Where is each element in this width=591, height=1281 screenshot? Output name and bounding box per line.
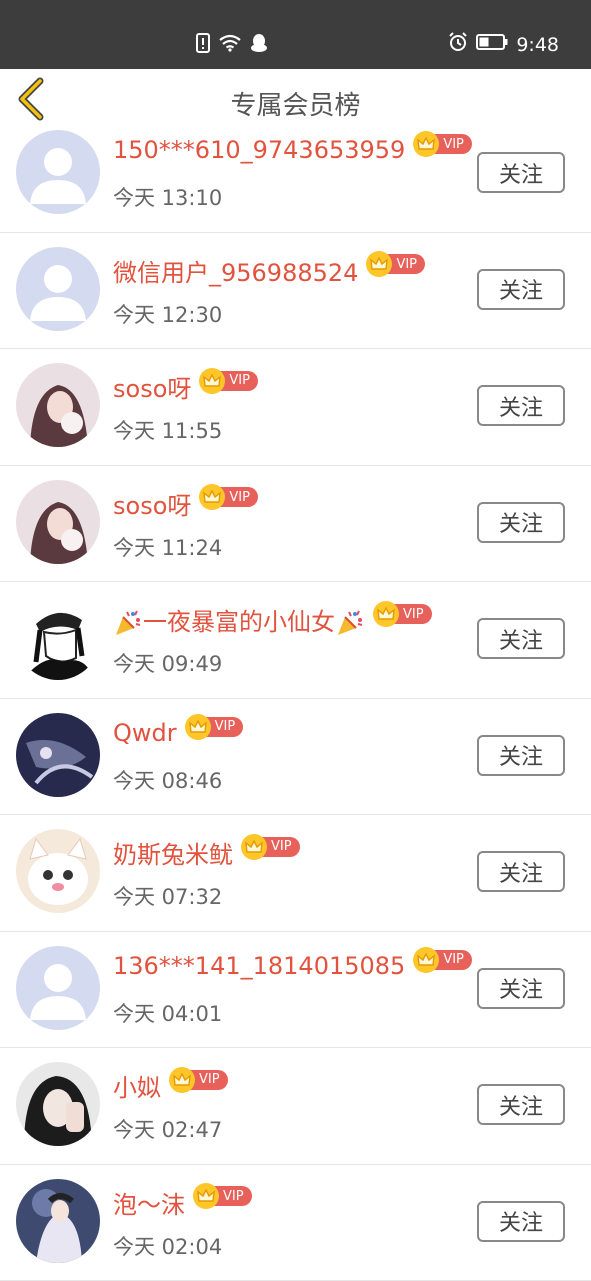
member-name: soso呀	[113, 369, 191, 404]
member-row[interactable]: 150***610_9743653959VIP今天 13:10关注	[0, 116, 591, 233]
member-time: 今天 04:01	[113, 998, 222, 1028]
status-icons-center	[196, 33, 268, 57]
member-name: Qwdr	[113, 719, 177, 747]
member-time: 今天 11:55	[113, 415, 222, 445]
crown-icon	[193, 1183, 219, 1209]
avatar[interactable]	[16, 363, 100, 447]
member-name-line: soso呀 VIP	[113, 486, 258, 521]
vip-badge: VIP	[199, 484, 258, 510]
crown-icon	[241, 834, 267, 860]
follow-button[interactable]: 关注	[477, 1201, 565, 1242]
member-name-line: 微信用户_956988524 VIP	[113, 253, 425, 288]
member-row[interactable]: QwdrVIP今天 08:46关注	[0, 699, 591, 816]
crown-icon	[169, 1067, 195, 1093]
vip-badge: VIP	[413, 947, 472, 973]
member-name-text: Qwdr	[113, 719, 177, 747]
status-icons-right: 9:48	[448, 32, 559, 57]
member-time: 今天 11:24	[113, 532, 222, 562]
follow-button[interactable]: 关注	[477, 502, 565, 543]
battery-icon	[476, 33, 508, 56]
member-list: 150***610_9743653959VIP今天 13:10关注微信用户_95…	[0, 116, 591, 1281]
crown-icon	[413, 947, 439, 973]
member-row[interactable]: 一夜暴富的小仙女 VIP 今天 09:49 关注	[0, 582, 591, 699]
member-time: 今天 02:47	[113, 1114, 222, 1144]
follow-button[interactable]: 关注	[477, 385, 565, 426]
member-row[interactable]: 微信用户_956988524 VIP 今天 12:30 关注	[0, 233, 591, 350]
member-row[interactable]: 小姒 VIP 今天 02:47 关注	[0, 1048, 591, 1165]
member-name-line: 泡～沫 VIP	[113, 1185, 252, 1220]
member-name: 奶斯兔米鱿	[113, 835, 233, 870]
status-bar: 9:48	[0, 0, 591, 69]
follow-button[interactable]: 关注	[477, 1084, 565, 1125]
member-name-line: 一夜暴富的小仙女 VIP	[113, 602, 432, 638]
member-name-line: 奶斯兔米鱿 VIP	[113, 835, 300, 870]
member-row[interactable]: 奶斯兔米鱿 VIP 今天 07:32 关注	[0, 815, 591, 932]
crown-icon	[185, 714, 211, 740]
member-time: 今天 02:04	[113, 1231, 222, 1261]
member-name-text: 小姒	[113, 1074, 161, 1102]
avatar[interactable]	[16, 596, 100, 680]
follow-button[interactable]: 关注	[477, 851, 565, 892]
avatar[interactable]	[16, 1062, 100, 1146]
member-time: 今天 12:30	[113, 299, 222, 329]
follow-button[interactable]: 关注	[477, 269, 565, 310]
member-name: 微信用户_956988524	[113, 253, 358, 288]
member-row[interactable]: 136***141_1814015085VIP今天 04:01关注	[0, 932, 591, 1049]
member-name: 小姒	[113, 1068, 161, 1103]
vip-badge: VIP	[413, 131, 472, 157]
member-name-line: 150***610_9743653959VIP	[113, 136, 472, 164]
vip-badge: VIP	[193, 1183, 252, 1209]
member-name-text: 奶斯兔米鱿	[113, 841, 233, 869]
member-name-line: QwdrVIP	[113, 719, 243, 747]
member-name-text: soso呀	[113, 492, 191, 520]
avatar[interactable]	[16, 829, 100, 913]
member-name: 一夜暴富的小仙女	[113, 602, 365, 638]
vip-badge: VIP	[169, 1067, 228, 1093]
crown-icon	[373, 601, 399, 627]
follow-button[interactable]: 关注	[477, 968, 565, 1009]
member-name: 泡～沫	[113, 1185, 185, 1220]
member-name-text: 泡～沫	[113, 1191, 185, 1219]
member-name-line: 136***141_1814015085VIP	[113, 952, 472, 980]
vip-badge: VIP	[366, 251, 425, 277]
member-name-text: 150***610_9743653959	[113, 136, 405, 164]
wifi-icon	[218, 34, 242, 56]
member-name-line: 小姒 VIP	[113, 1068, 228, 1103]
status-time: 9:48	[516, 34, 559, 56]
member-row[interactable]: soso呀 VIP 今天 11:24 关注	[0, 466, 591, 583]
party-popper-icon	[113, 608, 143, 636]
vip-badge: VIP	[185, 714, 244, 740]
vip-badge: VIP	[373, 601, 432, 627]
member-name: soso呀	[113, 486, 191, 521]
follow-button[interactable]: 关注	[477, 152, 565, 193]
member-row[interactable]: soso呀 VIP 今天 11:55 关注	[0, 349, 591, 466]
avatar[interactable]	[16, 946, 100, 1030]
follow-button[interactable]: 关注	[477, 735, 565, 776]
member-time: 今天 08:46	[113, 765, 222, 795]
member-time: 今天 07:32	[113, 881, 222, 911]
avatar[interactable]	[16, 480, 100, 564]
member-name-text: soso呀	[113, 375, 191, 403]
member-time: 今天 13:10	[113, 182, 222, 212]
crown-icon	[199, 368, 225, 394]
follow-button[interactable]: 关注	[477, 618, 565, 659]
avatar[interactable]	[16, 130, 100, 214]
vip-badge: VIP	[241, 834, 300, 860]
member-row[interactable]: 泡～沫 VIP 今天 02:04 关注	[0, 1165, 591, 1281]
member-name: 150***610_9743653959	[113, 136, 405, 164]
vip-badge: VIP	[199, 368, 258, 394]
member-time: 今天 09:49	[113, 648, 222, 678]
member-name-text: 136***141_1814015085	[113, 952, 405, 980]
avatar[interactable]	[16, 1179, 100, 1263]
member-name-text: 微信用户_956988524	[113, 259, 358, 287]
party-popper-icon	[335, 608, 365, 636]
member-name: 136***141_1814015085	[113, 952, 405, 980]
avatar[interactable]	[16, 713, 100, 797]
alarm-icon	[448, 32, 468, 57]
sim-alert-icon	[196, 33, 210, 57]
avatar[interactable]	[16, 247, 100, 331]
member-name-line: soso呀 VIP	[113, 369, 258, 404]
member-name-text: 一夜暴富的小仙女	[143, 608, 335, 636]
qq-penguin-icon	[250, 33, 268, 57]
